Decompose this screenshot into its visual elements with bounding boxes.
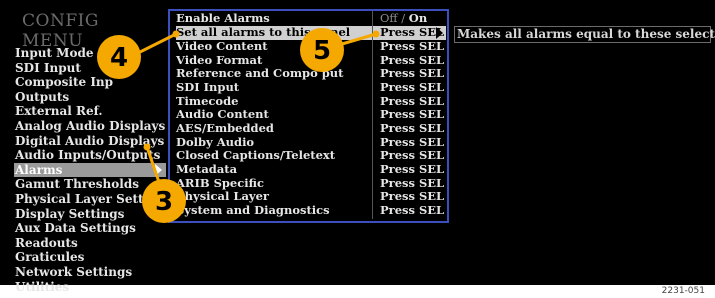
submenu-row-label: SDI Input [176, 80, 240, 94]
submenu-row-sdi-input[interactable]: SDI Input Press SEL [176, 80, 446, 95]
submenu-row-physical-layer[interactable]: Physical Layer Press SEL [176, 189, 446, 204]
submenu-row-metadata[interactable]: Metadata Press SEL [176, 162, 446, 177]
left-item-physical-layer-settings[interactable]: Physical Layer Settin [14, 192, 166, 207]
submenu-row-system-diagnostics[interactable]: System and Diagnostics Press SEL [176, 203, 446, 218]
submenu-row-value: Press SEL [380, 39, 445, 53]
submenu-row-audio-content[interactable]: Audio Content Press SEL [176, 107, 446, 122]
figure-id: 2231-051 [661, 286, 705, 296]
left-item-gamut-thresholds[interactable]: Gamut Thresholds [14, 177, 166, 192]
submenu-row-label: Metadata [176, 162, 238, 176]
submenu-row-video-content[interactable]: Video Content Press SEL [176, 39, 446, 54]
submenu-row-value: Press SEL [380, 148, 445, 162]
submenu-arrow-icon [436, 27, 443, 39]
enable-alarms-off: Off [380, 11, 398, 25]
left-item-graticules[interactable]: Graticules [14, 250, 166, 265]
menu-title: CONFIG MENU [22, 11, 99, 51]
submenu-row-value: Press SEL [380, 66, 445, 80]
submenu-row-value: Press SEL [380, 80, 445, 94]
left-item-composite-input[interactable]: Composite Inp [14, 75, 166, 90]
submenu-row-label: Reference and Compo put [176, 66, 344, 80]
alarms-submenu: Enable Alarms Off / On Set all alarms to… [168, 9, 449, 223]
left-item-audio-inputs-outputs[interactable]: Audio Inputs/Outputs [14, 148, 166, 163]
submenu-row-label: Physical Layer [176, 189, 269, 203]
help-text: Makes all alarms equal to these selectio… [454, 26, 715, 43]
submenu-row-reference-composite-input[interactable]: Reference and Compo put Press SEL [176, 66, 446, 81]
left-item-display-settings[interactable]: Display Settings [14, 207, 166, 222]
left-item-sdi-input[interactable]: SDI Input [14, 61, 166, 76]
submenu-row-label: Enable Alarms [176, 11, 270, 25]
enable-alarms-toggle[interactable]: Off / On [380, 11, 428, 26]
config-menu-screen: CONFIG MENU Input Mode SDI Input Composi… [0, 0, 715, 294]
submenu-value-divider [372, 11, 373, 219]
submenu-row-set-all-alarms[interactable]: Set all alarms to this panel Press SEL [176, 25, 446, 40]
submenu-arrow-icon [155, 163, 162, 176]
submenu-row-aes-embedded[interactable]: AES/Embedded Press SEL [176, 121, 446, 136]
submenu-row-label: Set all alarms to this panel [176, 25, 351, 39]
left-item-alarms[interactable]: Alarms [14, 162, 166, 178]
left-item-network-settings[interactable]: Network Settings [14, 265, 166, 280]
submenu-row-label: System and Diagnostics [176, 203, 330, 217]
submenu-row-value: Press SEL [380, 162, 445, 176]
submenu-row-value: Press SEL [380, 203, 445, 217]
left-item-input-mode[interactable]: Input Mode [14, 46, 166, 61]
left-item-digital-audio-displays[interactable]: Digital Audio Displays [14, 134, 166, 149]
submenu-row-label: Video Content [176, 39, 268, 53]
submenu-row-value: Press SEL [380, 107, 445, 121]
submenu-row-label: AES/Embedded [176, 121, 274, 135]
left-item-external-ref[interactable]: External Ref. [14, 104, 166, 119]
enable-alarms-on: On [408, 11, 428, 25]
submenu-row-value: Press SEL [380, 121, 445, 135]
submenu-row-value: Press SEL [380, 189, 445, 203]
submenu-row-enable-alarms[interactable]: Enable Alarms Off / On [176, 11, 446, 26]
submenu-row-value: Press SEL [380, 25, 445, 39]
left-item-readouts[interactable]: Readouts [14, 236, 166, 251]
left-item-outputs[interactable]: Outputs [14, 90, 166, 105]
submenu-row-closed-captions[interactable]: Closed Captions/Teletext Press SEL [176, 148, 446, 163]
left-item-utilities[interactable]: Utilities [14, 280, 166, 295]
left-item-aux-data-settings[interactable]: Aux Data Settings [14, 221, 166, 236]
submenu-row-label: Closed Captions/Teletext [176, 148, 336, 162]
left-item-analog-audio-displays[interactable]: Analog Audio Displays [14, 119, 166, 134]
toggle-separator: / [397, 11, 409, 25]
submenu-row-label: Audio Content [176, 107, 269, 121]
left-item-alarms-label: Alarms [15, 162, 63, 177]
left-menu: Input Mode SDI Input Composite Inp Outpu… [14, 46, 166, 294]
